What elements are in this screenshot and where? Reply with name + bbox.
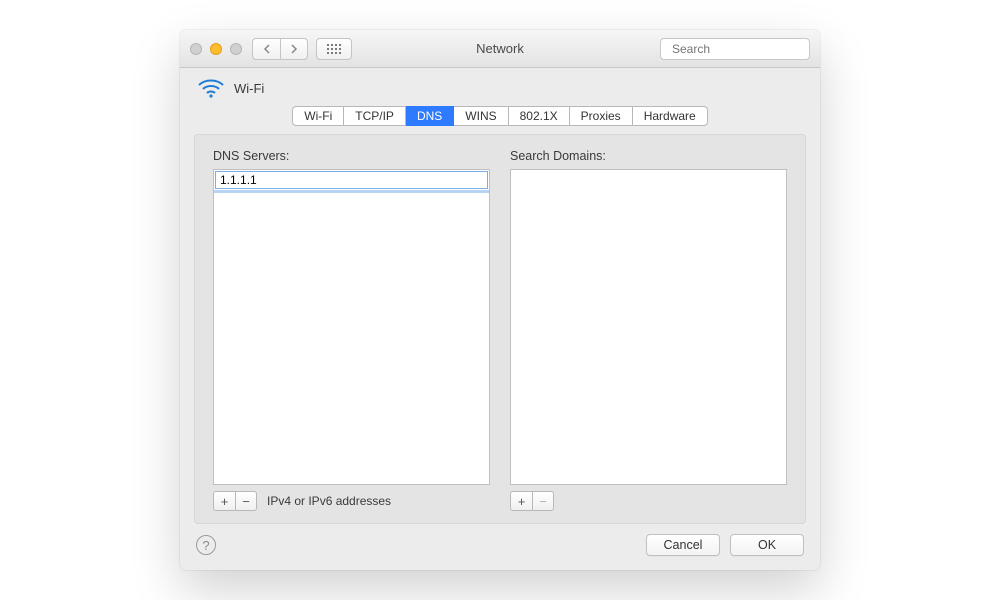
show-all-button[interactable] bbox=[316, 38, 352, 60]
dns-server-edit-row[interactable] bbox=[215, 171, 488, 189]
tab-wi-fi[interactable]: Wi-Fi bbox=[292, 106, 344, 126]
back-button[interactable] bbox=[252, 38, 280, 60]
tab-strip: Wi-FiTCP/IPDNSWINS802.1XProxiesHardware bbox=[180, 102, 820, 134]
dns-server-input[interactable] bbox=[220, 173, 483, 187]
help-button[interactable]: ? bbox=[196, 535, 216, 555]
network-preferences-window: Network Wi-Fi Wi-FiTCP/IPDNSWINS802.1XPr… bbox=[180, 30, 820, 570]
selection-highlight bbox=[214, 190, 489, 193]
dns-servers-label: DNS Servers: bbox=[213, 149, 490, 163]
wifi-icon bbox=[198, 78, 224, 98]
grid-icon bbox=[327, 44, 341, 54]
dns-servers-controls: + − IPv4 or IPv6 addresses bbox=[213, 491, 490, 511]
search-field[interactable] bbox=[660, 38, 810, 60]
add-dns-server-button[interactable]: + bbox=[213, 491, 235, 511]
interface-header: Wi-Fi bbox=[180, 68, 820, 102]
ok-button[interactable]: OK bbox=[730, 534, 804, 556]
tab-wins[interactable]: WINS bbox=[454, 106, 508, 126]
search-domains-column: Search Domains: + − bbox=[510, 149, 787, 511]
tab-802-1x[interactable]: 802.1X bbox=[509, 106, 570, 126]
dns-hint: IPv4 or IPv6 addresses bbox=[267, 494, 391, 508]
forward-button[interactable] bbox=[280, 38, 308, 60]
add-search-domain-button[interactable]: + bbox=[510, 491, 532, 511]
dialog-footer: ? Cancel OK bbox=[180, 534, 820, 570]
window-controls bbox=[190, 43, 242, 55]
cancel-button[interactable]: Cancel bbox=[646, 534, 720, 556]
remove-search-domain-button[interactable]: − bbox=[532, 491, 554, 511]
interface-name: Wi-Fi bbox=[234, 81, 264, 96]
minimize-window-button[interactable] bbox=[210, 43, 222, 55]
search-domains-controls: + − bbox=[510, 491, 787, 511]
search-domains-label: Search Domains: bbox=[510, 149, 787, 163]
dns-servers-column: DNS Servers: + − IPv4 or IPv6 addresses bbox=[213, 149, 490, 511]
search-domains-list[interactable] bbox=[510, 169, 787, 485]
zoom-window-button[interactable] bbox=[230, 43, 242, 55]
tab-tcp-ip[interactable]: TCP/IP bbox=[344, 106, 406, 126]
tab-dns[interactable]: DNS bbox=[406, 106, 454, 126]
titlebar: Network bbox=[180, 30, 820, 68]
remove-dns-server-button[interactable]: − bbox=[235, 491, 257, 511]
close-window-button[interactable] bbox=[190, 43, 202, 55]
dns-panel: DNS Servers: + − IPv4 or IPv6 addresses … bbox=[194, 134, 806, 524]
search-input[interactable] bbox=[672, 42, 820, 56]
dns-servers-list[interactable] bbox=[213, 169, 490, 485]
nav-back-forward bbox=[252, 38, 308, 60]
tab-hardware[interactable]: Hardware bbox=[633, 106, 708, 126]
tab-proxies[interactable]: Proxies bbox=[570, 106, 633, 126]
